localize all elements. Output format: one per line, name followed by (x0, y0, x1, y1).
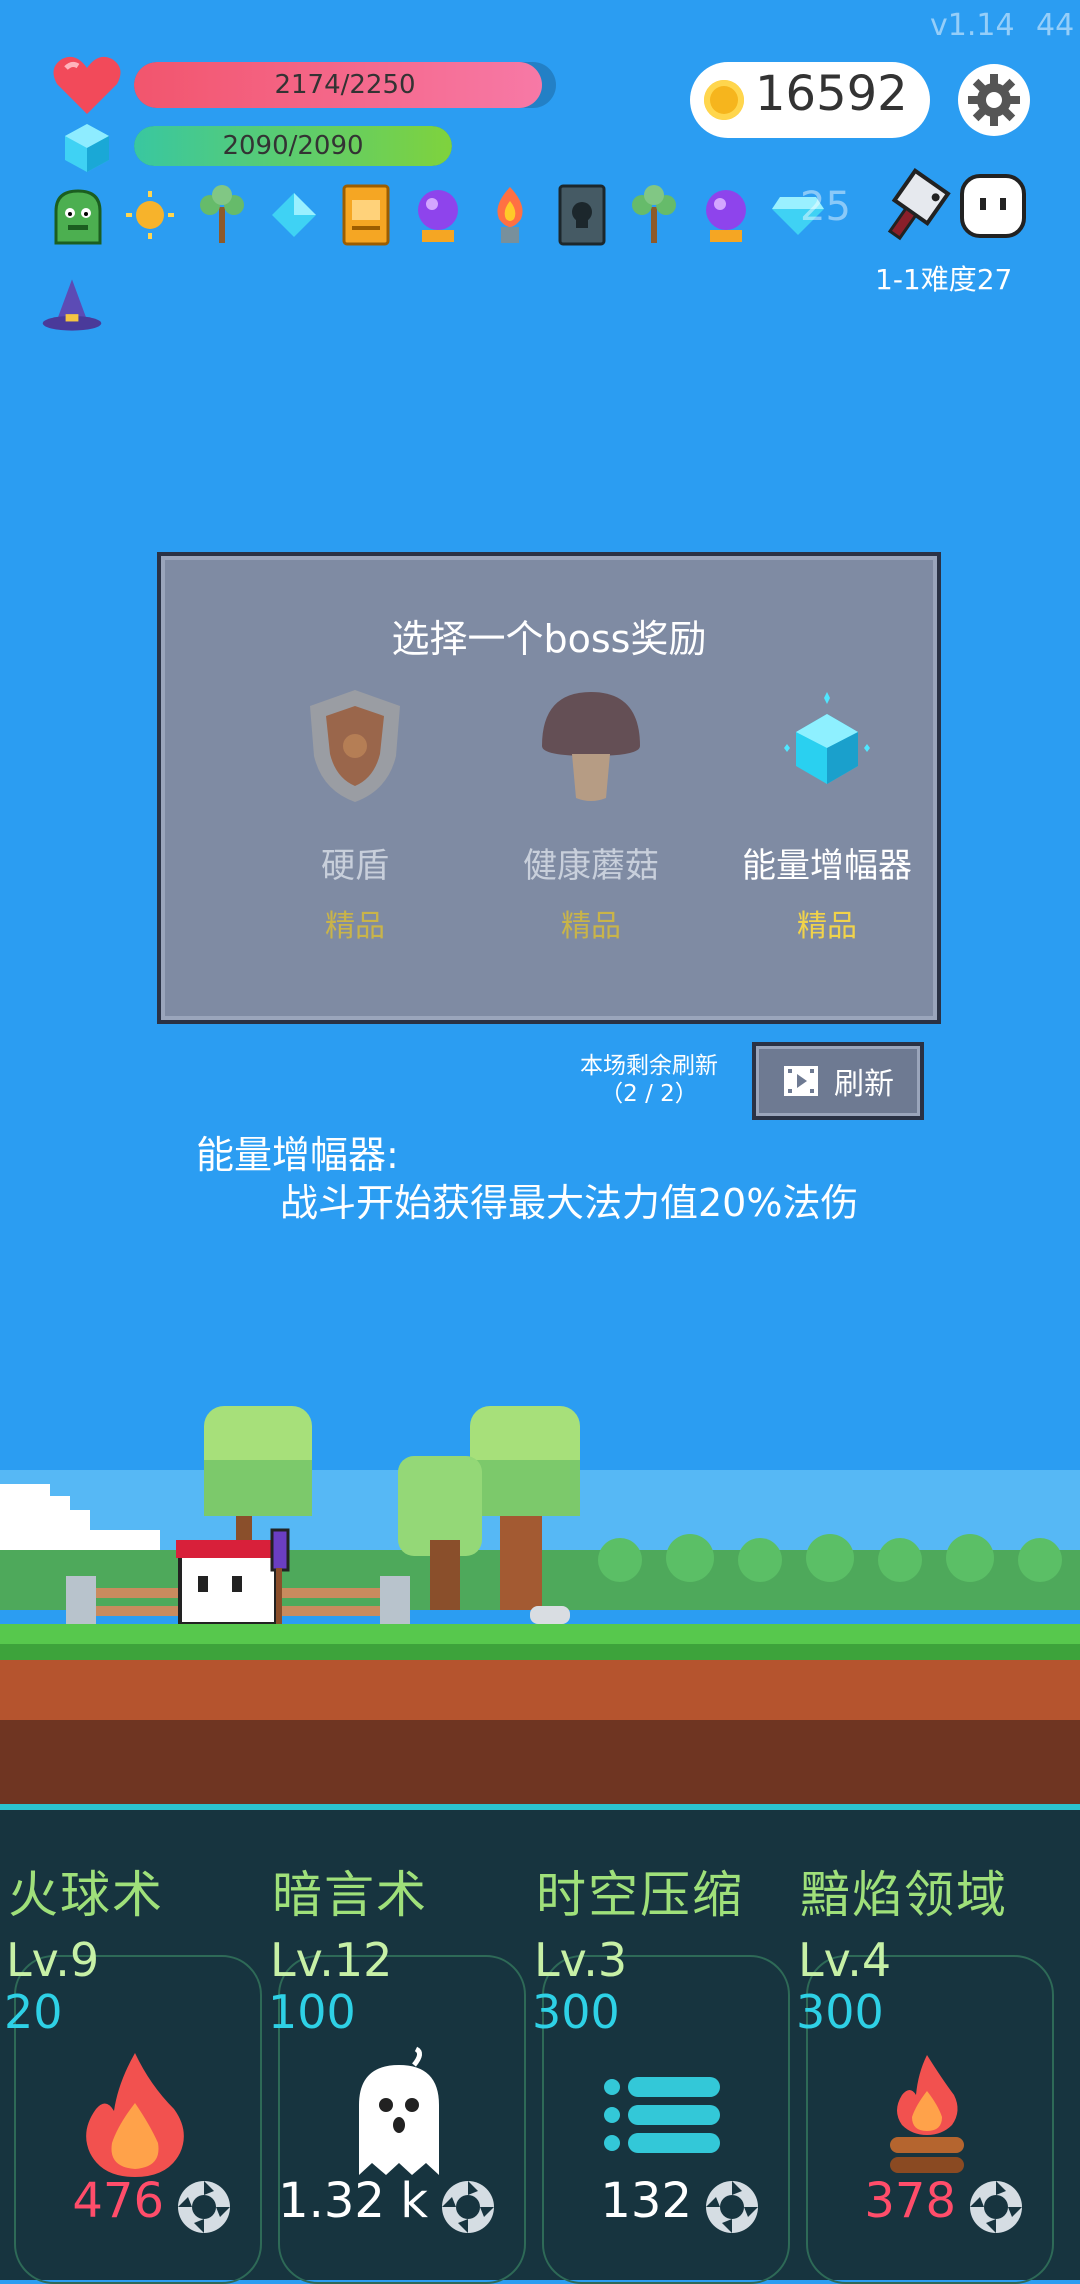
reward-option-mushroom[interactable]: 健康蘑菇 精品 (473, 686, 709, 945)
selected-reward-title: 能量增幅器: (196, 1133, 399, 1177)
coin-value: 16592 (755, 66, 908, 122)
video-ad-icon (784, 1066, 818, 1096)
cyan-gem-item-icon[interactable] (262, 180, 326, 250)
mp-text: 2090/2090 (222, 131, 364, 161)
settings-gear-button[interactable] (958, 64, 1030, 136)
item-count: 25 (800, 184, 851, 230)
sawblade-icon (706, 2181, 758, 2233)
purple-orb-item-icon-2[interactable] (694, 180, 758, 250)
mana-crystal-icon (62, 122, 112, 174)
list-icon (604, 2077, 720, 2153)
sawblade-icon (442, 2181, 494, 2233)
purple-orb-item-icon[interactable] (406, 180, 470, 250)
hp-text: 2174/2250 (274, 70, 416, 100)
skill-level: Lv.9 (6, 1933, 100, 1987)
skill-level: Lv.12 (270, 1933, 393, 1987)
campfire-icon (890, 2055, 964, 2173)
fps-counter: 44 (1036, 8, 1075, 43)
heart-icon (52, 54, 122, 116)
skill-damage: 476 (72, 2173, 164, 2229)
skill-name: 火球术 (8, 1866, 164, 1924)
skill-level: Lv.3 (534, 1933, 628, 1987)
skill-damage: 132 (600, 2173, 692, 2229)
ghost-icon (359, 2046, 439, 2175)
reward-name: 健康蘑菇 (523, 846, 659, 886)
wizard-hat-item-icon[interactable] (40, 270, 104, 340)
slime-item-icon[interactable] (46, 180, 110, 250)
dialog-title: 选择一个boss奖励 (391, 617, 707, 661)
boss-ghost-icon (958, 172, 1028, 240)
skill-mana-cost: 100 (268, 1985, 356, 2039)
skill-slot-dark-flame-domain[interactable]: 黯焰领域 Lv.4 300 378 (792, 1855, 1056, 2284)
mp-bar: 2090/2090 (134, 126, 452, 166)
fire-icon (86, 2053, 184, 2177)
cleaver-icon (876, 168, 956, 248)
reward-name: 能量增幅器 (742, 846, 912, 886)
skill-mana-cost: 300 (796, 1985, 884, 2039)
flame-torch-item-icon[interactable] (478, 180, 542, 250)
skill-mana-cost: 300 (532, 1985, 620, 2039)
spell-book-item-icon[interactable] (334, 180, 398, 250)
sawblade-icon (178, 2181, 230, 2233)
skill-slot-shadow-word[interactable]: 暗言术 Lv.12 100 1.32 k (264, 1855, 528, 2284)
stage-difficulty-label: 1-1难度27 (875, 263, 1013, 296)
boss-reward-dialog: 选择一个boss奖励 硬盾 精品 健康蘑菇 精品 能量增幅器 精品 (157, 552, 941, 1024)
hero-character (176, 1528, 290, 1626)
refresh-remaining-count: （2 / 2） (600, 1081, 698, 1107)
sapling-item-icon[interactable] (190, 180, 254, 250)
battle-scene (0, 1400, 1080, 1810)
reward-option-energy-amplifier[interactable]: 能量增幅器 精品 (709, 686, 945, 945)
skill-name: 黯焰领域 (800, 1866, 1008, 1924)
refresh-button-label: 刷新 (834, 1067, 894, 1102)
sapling-item-icon-2[interactable] (622, 180, 686, 250)
refresh-button[interactable]: 刷新 (752, 1042, 924, 1120)
skill-slot-time-compression[interactable]: 时空压缩 Lv.3 300 132 (528, 1855, 792, 2284)
skill-slot-fireball[interactable]: 火球术 Lv.9 20 476 (0, 1855, 264, 2284)
skill-mana-cost: 20 (4, 1985, 63, 2039)
skill-name: 时空压缩 (536, 1866, 744, 1924)
reward-rank: 精品 (561, 909, 621, 944)
reward-rank: 精品 (325, 909, 385, 944)
skill-damage: 378 (864, 2173, 956, 2229)
skull-tome-item-icon[interactable] (550, 180, 614, 250)
sun-item-icon[interactable] (118, 180, 182, 250)
coin-icon (704, 80, 744, 120)
gear-icon (968, 74, 1020, 126)
skill-name: 暗言术 (272, 1866, 428, 1924)
refresh-remaining-label: 本场剩余刷新 (580, 1053, 718, 1079)
reward-name: 硬盾 (321, 846, 389, 886)
version-label: v1.14 (930, 8, 1015, 43)
hp-bar: 2174/2250 (134, 62, 556, 108)
skill-level: Lv.4 (798, 1933, 892, 1987)
sawblade-icon (970, 2181, 1022, 2233)
shield-icon (310, 690, 400, 802)
skill-damage: 1.32 k (278, 2173, 428, 2229)
mushroom-icon (542, 692, 640, 801)
reward-rank: 精品 (797, 909, 857, 944)
reward-option-shield[interactable]: 硬盾 精品 (237, 686, 473, 945)
refresh-remaining-info: 本场剩余刷新 （2 / 2） (580, 1052, 718, 1108)
energy-crystal-icon (784, 692, 870, 784)
selected-reward-description: 战斗开始获得最大法力值20%法伤 (280, 1181, 859, 1225)
